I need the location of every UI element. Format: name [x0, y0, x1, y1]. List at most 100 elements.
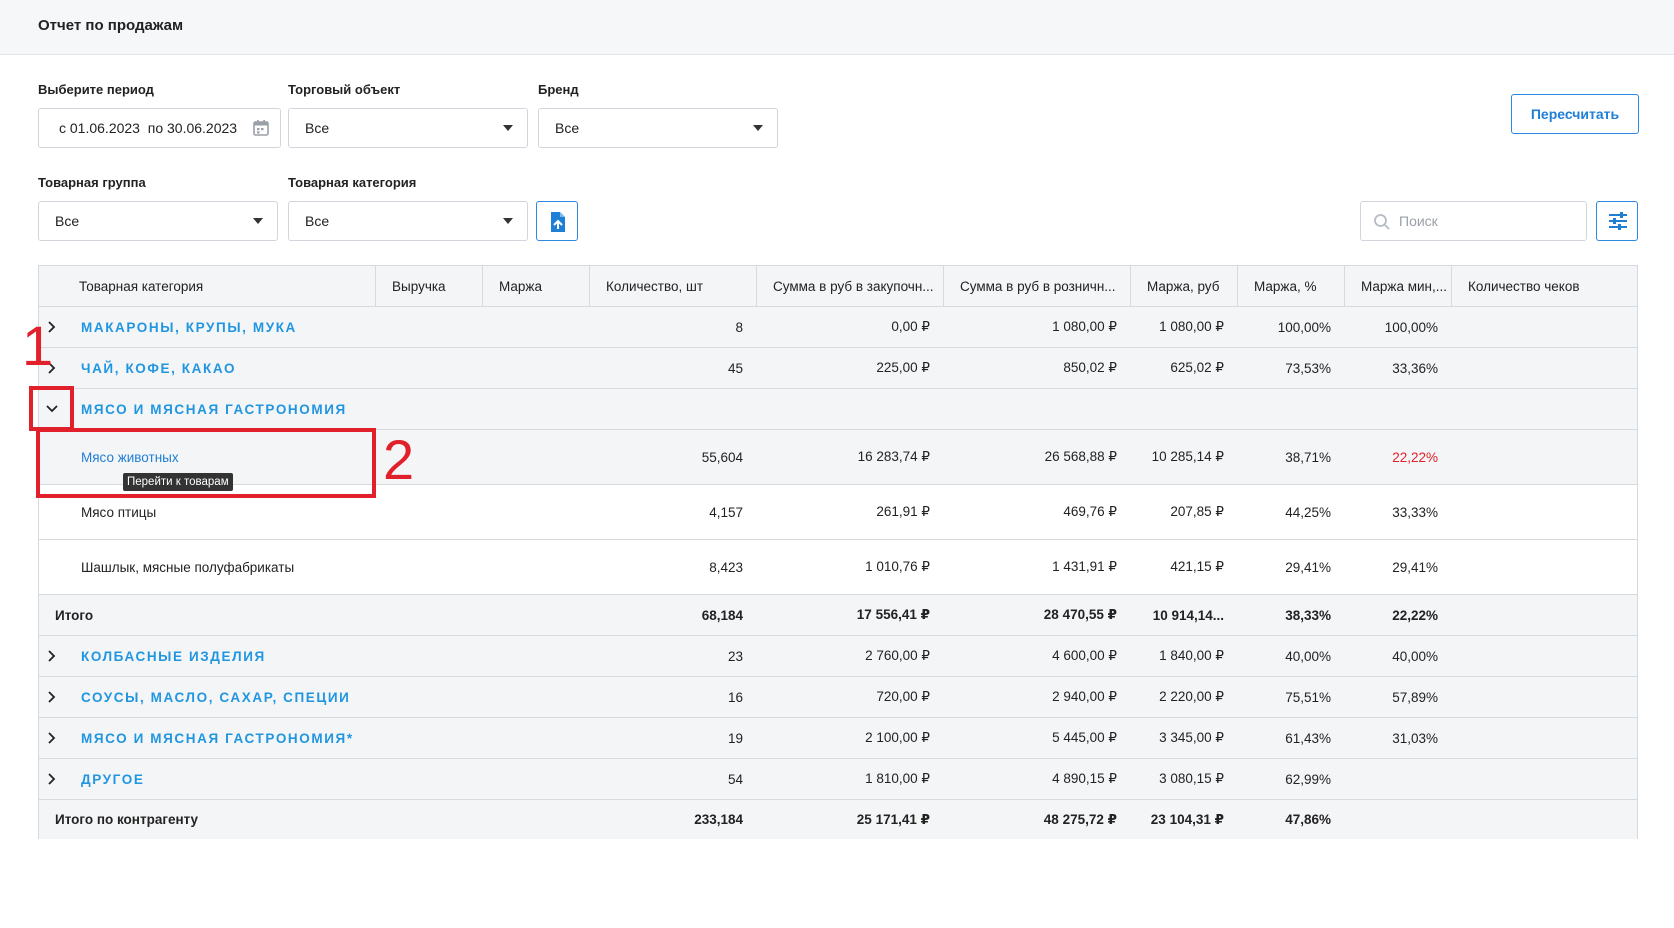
margin-pct-cell: 100,00%	[1277, 319, 1331, 335]
margin-rub-cell: 23 104,31 ₽	[1150, 811, 1224, 827]
purchase-cell: 2 760,00 ₽	[865, 648, 930, 663]
margin-rub-cell: 10 285,14 ₽	[1151, 449, 1224, 464]
subtotal-label: Итого	[55, 607, 94, 623]
margin-pct-cell: 40,00%	[1285, 648, 1331, 664]
retail-cell: 2 940,00 ₽	[1052, 689, 1117, 704]
margin-pct-cell: 62,99%	[1285, 771, 1331, 787]
margin-rub-cell: 421,15 ₽	[1170, 559, 1224, 574]
purchase-cell: 225,00 ₽	[876, 360, 930, 375]
category-link[interactable]: СОУСЫ, МАСЛО, САХАР, СПЕЦИИ	[81, 690, 350, 705]
export-file-icon	[551, 212, 565, 232]
brand-label: Бренд	[538, 82, 579, 97]
retail-cell: 4 600,00 ₽	[1052, 648, 1117, 663]
settings-sliders-icon	[1609, 212, 1627, 230]
margin-pct-cell: 47,86%	[1285, 812, 1331, 827]
column-header-retail-sum[interactable]: Сумма в руб в розничн...	[944, 266, 1131, 306]
grand-total-label: Итого по контрагенту	[55, 812, 199, 827]
recalculate-button[interactable]: Пересчитать	[1511, 94, 1639, 134]
export-button[interactable]	[536, 201, 578, 241]
brand-select[interactable]: Все	[538, 108, 778, 148]
column-header-revenue[interactable]: Выручка	[376, 266, 483, 306]
group-value: Все	[55, 213, 80, 229]
annotation-marker-2: 2	[383, 428, 415, 491]
table-row-expanded[interactable]: МЯСО И МЯСНАЯ ГАСТРОНОМИЯ	[39, 389, 1637, 430]
chevron-right-icon[interactable]	[45, 772, 59, 786]
category-link[interactable]: МЯСО И МЯСНАЯ ГАСТРОНОМИЯ*	[81, 731, 354, 746]
search-input[interactable]	[1399, 211, 1579, 231]
margin-min-cell: 33,36%	[1392, 360, 1438, 376]
margin-pct-cell: 29,41%	[1285, 559, 1331, 575]
category-select[interactable]: Все	[288, 201, 528, 241]
caret-down-icon	[503, 218, 513, 224]
margin-pct-cell: 73,53%	[1285, 360, 1331, 376]
top-bar: Отчет по продажам	[0, 0, 1674, 55]
margin-rub-cell: 1 840,00 ₽	[1159, 648, 1224, 663]
table-row[interactable]: КОЛБАСНЫЕ ИЗДЕЛИЯ 23 2 760,00 ₽ 4 600,00…	[39, 636, 1637, 677]
chevron-right-icon[interactable]	[45, 690, 59, 704]
column-header-margin-rub[interactable]: Маржа, руб	[1131, 266, 1238, 306]
caret-down-icon	[253, 218, 263, 224]
margin-pct-cell: 38,33%	[1285, 607, 1331, 623]
retail-cell: 4 890,15 ₽	[1052, 771, 1117, 786]
category-link[interactable]: МЯСО И МЯСНАЯ ГАСТРОНОМИЯ	[81, 402, 347, 417]
qty-cell: 55,604	[701, 449, 743, 465]
purchase-cell: 16 283,74 ₽	[857, 449, 930, 464]
margin-rub-cell: 207,85 ₽	[1170, 504, 1224, 519]
category-link[interactable]: ЧАЙ, КОФЕ, КАКАО	[81, 361, 236, 376]
purchase-cell: 1 810,00 ₽	[865, 771, 930, 786]
category-link[interactable]: КОЛБАСНЫЕ ИЗДЕЛИЯ	[81, 649, 266, 664]
table-row[interactable]: ЧАЙ, КОФЕ, КАКАО 45 225,00 ₽ 850,02 ₽ 62…	[39, 348, 1637, 389]
retail-cell: 1 431,91 ₽	[1052, 559, 1117, 574]
purchase-cell: 25 171,41 ₽	[856, 811, 930, 827]
column-header-receipts[interactable]: Количество чеков	[1452, 266, 1637, 306]
column-header-margin[interactable]: Маржа	[483, 266, 590, 306]
qty-cell: 4,157	[709, 504, 743, 520]
store-value: Все	[305, 120, 330, 136]
margin-min-cell: 40,00%	[1392, 648, 1438, 664]
margin-min-cell: 57,89%	[1392, 689, 1438, 705]
period-date-range-input[interactable]: с 01.06.2023 по 30.06.2023	[38, 108, 281, 148]
annotation-marker-1: 1	[22, 314, 54, 377]
column-header-margin-min[interactable]: Маржа мин,...	[1345, 266, 1452, 306]
caret-down-icon	[753, 125, 763, 131]
qty-cell: 23	[727, 648, 743, 664]
qty-cell: 233,184	[694, 812, 743, 827]
margin-pct-cell: 75,51%	[1285, 689, 1331, 705]
purchase-cell: 720,00 ₽	[876, 689, 930, 704]
margin-rub-cell: 1 080,00 ₽	[1159, 319, 1224, 334]
margin-pct-cell: 61,43%	[1285, 730, 1331, 746]
period-value: с 01.06.2023 по 30.06.2023	[59, 120, 238, 136]
margin-rub-cell: 2 220,00 ₽	[1159, 689, 1224, 704]
qty-cell: 8,423	[709, 559, 743, 575]
table-row[interactable]: СОУСЫ, МАСЛО, САХАР, СПЕЦИИ 16 720,00 ₽ …	[39, 677, 1637, 718]
column-header-quantity[interactable]: Количество, шт	[590, 266, 757, 306]
column-header-category[interactable]: Товарная категория	[39, 266, 376, 306]
search-box[interactable]	[1360, 201, 1587, 241]
calendar-icon[interactable]	[252, 119, 270, 137]
table-settings-button[interactable]	[1596, 201, 1638, 241]
table-row[interactable]: МЯСО И МЯСНАЯ ГАСТРОНОМИЯ* 19 2 100,00 ₽…	[39, 718, 1637, 759]
store-label: Торговый объект	[288, 82, 401, 97]
category-link[interactable]: ДРУГОЕ	[81, 772, 144, 787]
category-link[interactable]: МАКАРОНЫ, КРУПЫ, МУКА	[81, 320, 297, 335]
qty-cell: 19	[727, 730, 743, 746]
margin-min-cell	[1345, 759, 1452, 799]
subcategory-name[interactable]: Шашлык, мясные полуфабрикаты	[81, 540, 376, 594]
purchase-cell: 17 556,41 ₽	[856, 607, 930, 622]
grand-total-row: Итого по контрагенту 233,184 25 171,41 ₽…	[39, 800, 1637, 839]
chevron-right-icon[interactable]	[45, 731, 59, 745]
margin-min-cell: 33,33%	[1392, 504, 1438, 520]
category-value: Все	[305, 213, 330, 229]
column-header-margin-pct[interactable]: Маржа, %	[1238, 266, 1345, 306]
column-header-purchase-sum[interactable]: Сумма в руб в закупочн...	[757, 266, 944, 306]
chevron-right-icon[interactable]	[45, 649, 59, 663]
group-select[interactable]: Все	[38, 201, 278, 241]
margin-min-cell: 22,22%	[1392, 607, 1438, 623]
table-subrow[interactable]: Шашлык, мясные полуфабрикаты 8,423 1 010…	[39, 540, 1637, 595]
retail-cell: 28 470,55 ₽	[1043, 607, 1117, 622]
annotation-box-2	[36, 428, 376, 498]
qty-cell: 54	[727, 771, 743, 787]
store-select[interactable]: Все	[288, 108, 528, 148]
table-row[interactable]: ДРУГОЕ 54 1 810,00 ₽ 4 890,15 ₽ 3 080,15…	[39, 759, 1637, 800]
table-row[interactable]: МАКАРОНЫ, КРУПЫ, МУКА 8 0,00 ₽ 1 080,00 …	[39, 307, 1637, 348]
